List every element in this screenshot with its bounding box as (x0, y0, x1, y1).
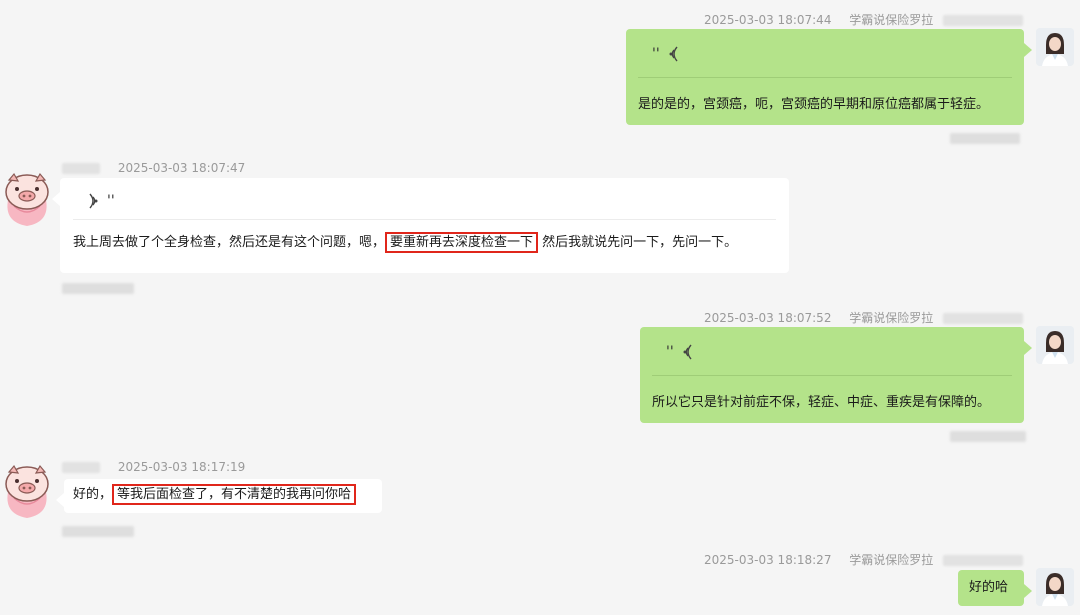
voice-indicator[interactable]: '' (638, 29, 1012, 69)
voice-waves-icon (669, 46, 678, 62)
avatar[interactable] (1036, 568, 1074, 606)
message-text: 好的， 等我后面检查了，有不清楚的我再问你哈 (73, 484, 373, 505)
message-text: 所以它只是针对前症不保，轻症、中症、重疾是有保障的。 (652, 395, 991, 410)
voice-indicator[interactable]: '' (73, 178, 776, 216)
redacted-status (950, 431, 1026, 442)
woman-avatar-icon (1036, 326, 1074, 364)
voice-waves-icon (683, 344, 692, 360)
pig-avatar-icon (5, 464, 49, 518)
avatar[interactable] (0, 170, 54, 226)
voice-mark: '' (107, 193, 115, 209)
avatar[interactable] (1036, 326, 1074, 364)
timestamp: 2025-03-03 18:07:47 (117, 161, 246, 175)
message-meta: 2025-03-03 18:07:44 学霸说保险罗拉 (704, 11, 1024, 28)
message-bubble[interactable]: 好的， 等我后面检查了，有不清楚的我再问你哈 (56, 479, 382, 513)
message-bubble[interactable]: 好的哈 (958, 570, 1032, 606)
message-meta: 2025-03-03 18:18:27 学霸说保险罗拉 (704, 551, 1024, 568)
voice-indicator[interactable]: '' (652, 327, 1012, 367)
divider (652, 375, 1012, 376)
avatar[interactable] (0, 462, 54, 518)
redacted-status (950, 133, 1020, 144)
message-text: 我上周去做了个全身检查，然后还是有这个问题，嗯， 要重新再去深度检查一下 然后我就… (73, 232, 776, 253)
avatar[interactable] (1036, 28, 1074, 66)
text-segment: 好的， (73, 487, 113, 502)
message-text: 是的是的，宫颈癌，呃，宫颈癌的早期和原位癌都属于轻症。 (638, 97, 990, 112)
redacted-name (62, 163, 100, 174)
redacted-name (62, 462, 100, 473)
message-meta: 2025-03-03 18:07:47 (62, 161, 245, 175)
pig-avatar-icon (5, 172, 49, 226)
message-meta: 2025-03-03 18:07:52 学霸说保险罗拉 (704, 309, 1024, 326)
voice-waves-icon (89, 193, 98, 209)
woman-avatar-icon (1036, 28, 1074, 66)
sender-name: 学霸说保险罗拉 (849, 13, 934, 27)
redacted-status (62, 283, 134, 294)
voice-mark: '' (666, 344, 674, 360)
divider (638, 77, 1012, 78)
text-segment: 我上周去做了个全身检查，然后还是有这个问题，嗯， (73, 235, 386, 250)
highlighted-text: 等我后面检查了，有不清楚的我再问你哈 (112, 484, 357, 505)
voice-mark: '' (652, 46, 660, 62)
sender-name: 学霸说保险罗拉 (849, 553, 934, 567)
divider (73, 219, 776, 220)
timestamp: 2025-03-03 18:17:19 (117, 460, 246, 474)
redacted-name (943, 555, 1024, 566)
redacted-status (62, 526, 134, 537)
message-bubble[interactable]: '' 我上周去做了个全身检查，然后还是有这个问题，嗯， 要重新再去深度检查一下 然… (52, 178, 789, 273)
timestamp: 2025-03-03 18:18:27 (704, 553, 832, 567)
sender-name: 学霸说保险罗拉 (849, 311, 934, 325)
text-segment: 然后我就说先问一下，先问一下。 (542, 235, 738, 250)
highlighted-text: 要重新再去深度检查一下 (385, 232, 539, 253)
message-meta: 2025-03-03 18:17:19 (62, 460, 245, 474)
timestamp: 2025-03-03 18:07:44 (704, 13, 832, 27)
timestamp: 2025-03-03 18:07:52 (704, 311, 832, 325)
redacted-name (943, 313, 1024, 324)
message-bubble[interactable]: '' 是的是的，宫颈癌，呃，宫颈癌的早期和原位癌都属于轻症。 (626, 29, 1032, 125)
woman-avatar-icon (1036, 568, 1074, 606)
redacted-name (943, 15, 1024, 26)
message-bubble[interactable]: '' 所以它只是针对前症不保，轻症、中症、重疾是有保障的。 (640, 327, 1032, 423)
message-text: 好的哈 (969, 580, 1009, 595)
